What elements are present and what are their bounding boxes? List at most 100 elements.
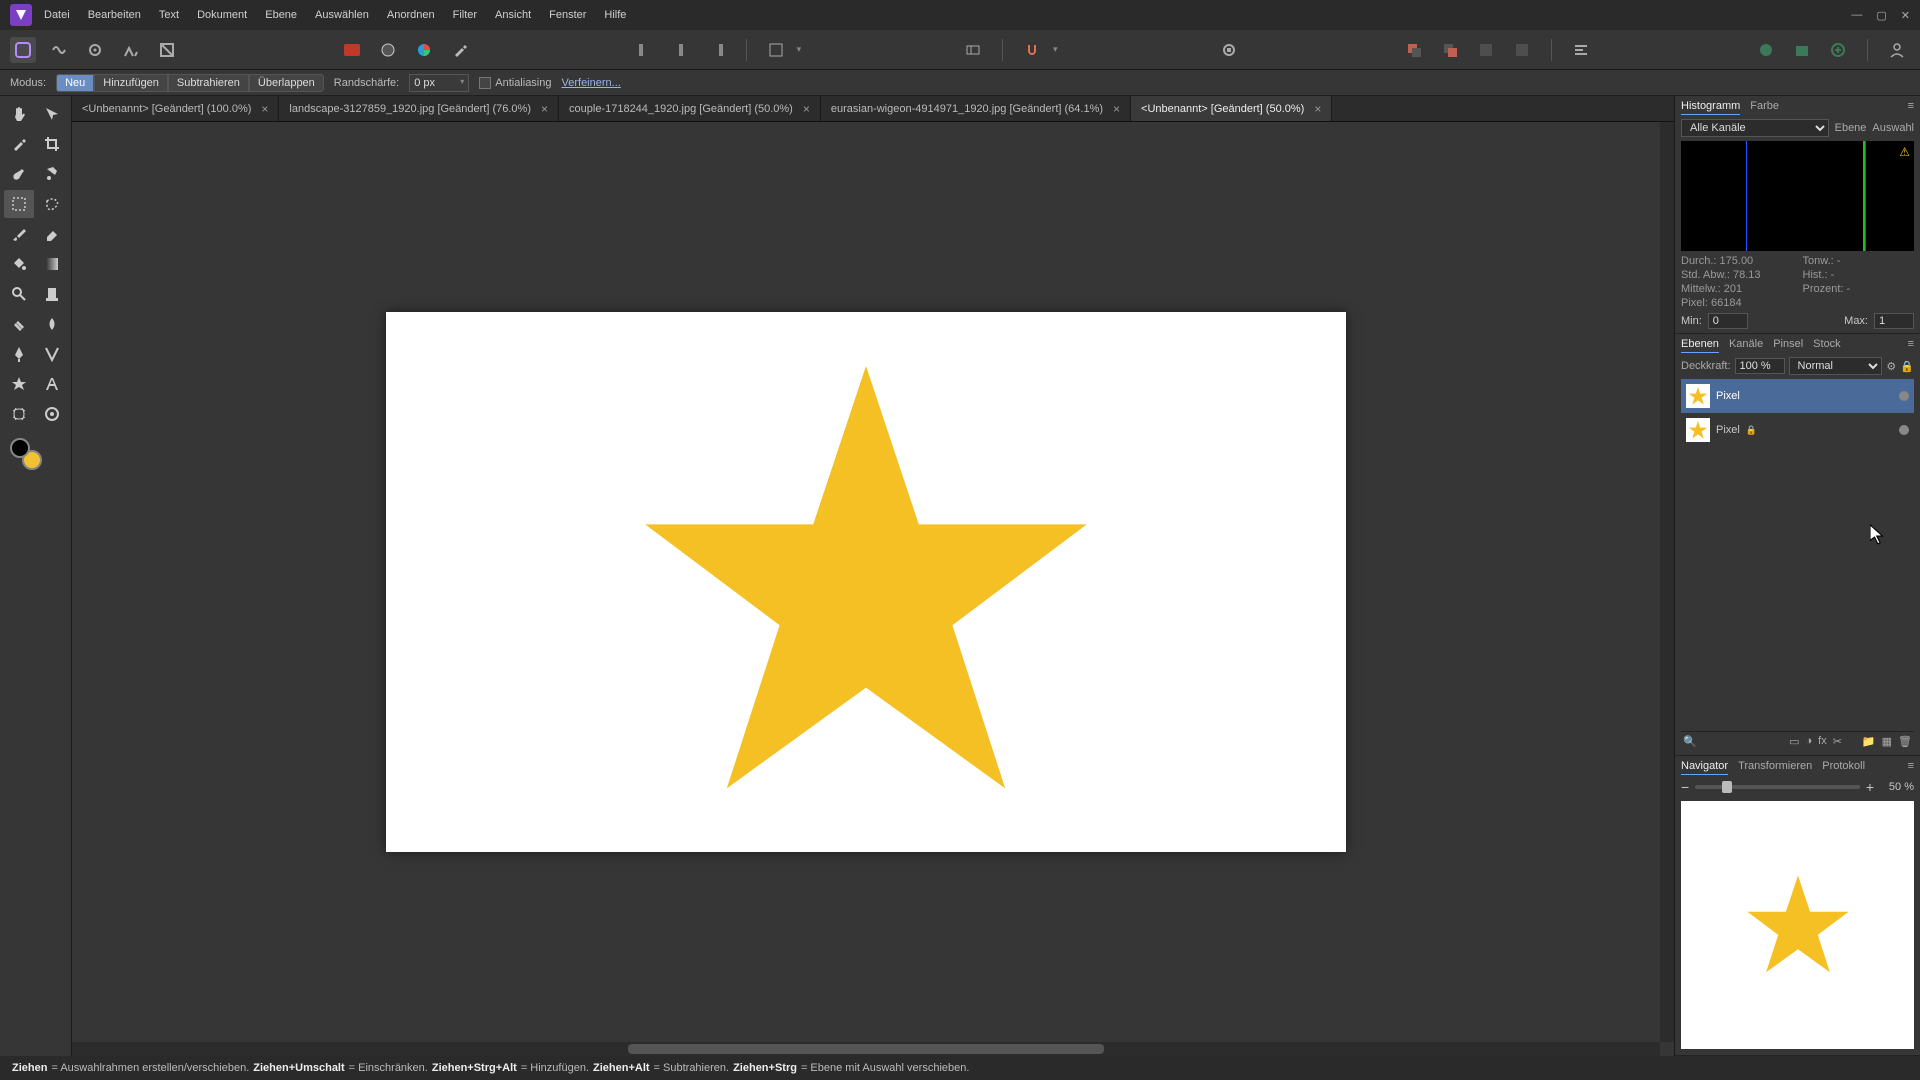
tab-layers[interactable]: Ebenen <box>1681 338 1719 353</box>
tab-color[interactable]: Farbe <box>1750 100 1779 115</box>
doc-tab-1[interactable]: landscape-3127859_1920.jpg [Geändert] (7… <box>279 96 559 121</box>
layer-delete-icon[interactable]: 🗑 <box>1898 735 1912 748</box>
persona-export-icon[interactable] <box>154 37 180 63</box>
snapping-icon[interactable] <box>1019 37 1045 63</box>
zoom-in-button[interactable]: + <box>1866 779 1874 795</box>
close-icon[interactable]: × <box>1103 102 1120 116</box>
menu-filter[interactable]: Filter <box>453 9 477 21</box>
snap-center-icon[interactable] <box>668 37 694 63</box>
node-tool-icon[interactable] <box>37 340 67 368</box>
close-icon[interactable]: × <box>1304 102 1321 116</box>
menu-document[interactable]: Dokument <box>197 9 247 21</box>
refine-button[interactable]: Verfeinern... <box>562 77 621 89</box>
close-icon[interactable]: × <box>251 102 268 116</box>
menu-select[interactable]: Auswählen <box>315 9 369 21</box>
sampler-icon[interactable] <box>447 37 473 63</box>
persona-develop-icon[interactable] <box>82 37 108 63</box>
pen-tool-icon[interactable] <box>4 340 34 368</box>
window-maximize-icon[interactable]: ▢ <box>1876 9 1886 22</box>
persona-photo-icon[interactable] <box>10 37 36 63</box>
close-icon[interactable]: × <box>531 102 548 116</box>
crop-tool-icon[interactable] <box>37 130 67 158</box>
persona-liquify-icon[interactable] <box>46 37 72 63</box>
arrange-back-icon[interactable] <box>1401 37 1427 63</box>
erase-tool-icon[interactable] <box>37 220 67 248</box>
histo-max-input[interactable] <box>1874 313 1914 329</box>
layer-group-icon[interactable]: 📁 <box>1862 735 1876 748</box>
refine-mask-icon[interactable] <box>375 37 401 63</box>
assistant-icon[interactable] <box>960 37 986 63</box>
histogram-src-selection[interactable]: Auswahl <box>1872 122 1914 134</box>
gradient-tool-icon[interactable] <box>37 250 67 278</box>
snap-left-icon[interactable] <box>632 37 658 63</box>
panel-menu-icon[interactable]: ≡ <box>1908 100 1914 115</box>
layer-name[interactable]: Pixel <box>1716 424 1740 436</box>
account-icon[interactable] <box>1884 37 1910 63</box>
zoom-out-button[interactable]: − <box>1681 779 1689 795</box>
mode-add-button[interactable]: Hinzufügen <box>94 74 168 92</box>
quickmask-icon[interactable] <box>339 37 365 63</box>
layer-lock-indicator-icon[interactable]: 🔒 <box>1746 425 1757 436</box>
layer-name[interactable]: Pixel <box>1716 390 1740 402</box>
paint-brush-tool-icon[interactable] <box>4 220 34 248</box>
feather-input[interactable]: 0 px <box>409 74 469 92</box>
sources-tool-icon[interactable] <box>37 400 67 428</box>
layer-gear-icon[interactable]: ⚙ <box>1886 360 1896 373</box>
layer-adjust-icon[interactable]: ◑ <box>1805 735 1812 748</box>
layer-search-icon[interactable]: 🔍 <box>1683 735 1697 748</box>
layer-item[interactable]: Pixel 🔒 <box>1681 413 1914 447</box>
panel-menu-icon[interactable]: ≡ <box>1908 338 1914 353</box>
menu-window[interactable]: Fenster <box>549 9 586 21</box>
color-swatches[interactable] <box>4 436 67 476</box>
zoom-value[interactable]: 50 % <box>1880 781 1914 793</box>
close-icon[interactable]: × <box>793 102 810 116</box>
window-close-icon[interactable]: ✕ <box>1901 9 1910 22</box>
antialias-checkbox[interactable]: Antialiasing <box>479 77 551 89</box>
tab-channels[interactable]: Kanäle <box>1729 338 1763 353</box>
healing-tool-icon[interactable] <box>4 310 34 338</box>
tab-history[interactable]: Protokoll <box>1822 760 1865 775</box>
doc-tab-2[interactable]: couple-1718244_1920.jpg [Geändert] (50.0… <box>559 96 821 121</box>
opacity-input[interactable] <box>1735 358 1785 374</box>
toggle-grid-icon[interactable] <box>763 37 789 63</box>
tab-brushes[interactable]: Pinsel <box>1773 338 1803 353</box>
mode-new-button[interactable]: Neu <box>56 74 94 92</box>
layer-add-icon[interactable]: ▦ <box>1882 735 1892 748</box>
cloud-open-icon[interactable] <box>1789 37 1815 63</box>
shape-tool-icon[interactable] <box>4 370 34 398</box>
horizontal-scrollbar[interactable] <box>72 1042 1660 1056</box>
layer-item[interactable]: Pixel <box>1681 379 1914 413</box>
color-picker-tool-icon[interactable] <box>4 130 34 158</box>
menu-file[interactable]: Datei <box>44 9 70 21</box>
layer-crop-icon[interactable]: ✂ <box>1833 735 1842 748</box>
freehand-select-tool-icon[interactable] <box>37 190 67 218</box>
doc-tab-0[interactable]: <Unbenannt> [Geändert] (100.0%)× <box>72 96 279 121</box>
artboard[interactable] <box>386 312 1346 852</box>
layer-fx-icon[interactable]: fx <box>1818 735 1827 748</box>
text-tool-icon[interactable] <box>37 370 67 398</box>
menu-edit[interactable]: Bearbeiten <box>88 9 141 21</box>
tab-transform[interactable]: Transformieren <box>1738 760 1812 775</box>
color-wheel-icon[interactable] <box>411 37 437 63</box>
mode-intersect-button[interactable]: Überlappen <box>249 74 324 92</box>
tab-navigator[interactable]: Navigator <box>1681 760 1728 775</box>
canvas-viewport[interactable] <box>72 122 1660 1042</box>
doc-tab-3[interactable]: eurasian-wigeon-4914971_1920.jpg [Geände… <box>821 96 1131 121</box>
tab-stock[interactable]: Stock <box>1813 338 1841 353</box>
hand-tool-icon[interactable] <box>4 100 34 128</box>
dodge-tool-icon[interactable] <box>37 280 67 308</box>
menu-view[interactable]: Ansicht <box>495 9 531 21</box>
mode-sub-button[interactable]: Subtrahieren <box>168 74 249 92</box>
panel-menu-icon[interactable]: ≡ <box>1908 760 1914 775</box>
window-minimize-icon[interactable]: — <box>1851 9 1862 22</box>
warning-icon[interactable]: ⚠ <box>1899 145 1910 159</box>
cloud-sync-icon[interactable] <box>1753 37 1779 63</box>
menu-help[interactable]: Hilfe <box>604 9 626 21</box>
menu-layer[interactable]: Ebene <box>265 9 297 21</box>
align-icon[interactable] <box>1568 37 1594 63</box>
selection-brush-tool-icon[interactable] <box>4 160 34 188</box>
navigator-thumbnail[interactable] <box>1681 801 1914 1049</box>
histogram-src-layer[interactable]: Ebene <box>1835 122 1867 134</box>
blend-mode-select[interactable]: Normal <box>1789 357 1883 375</box>
layer-visibility-toggle[interactable] <box>1899 425 1909 435</box>
